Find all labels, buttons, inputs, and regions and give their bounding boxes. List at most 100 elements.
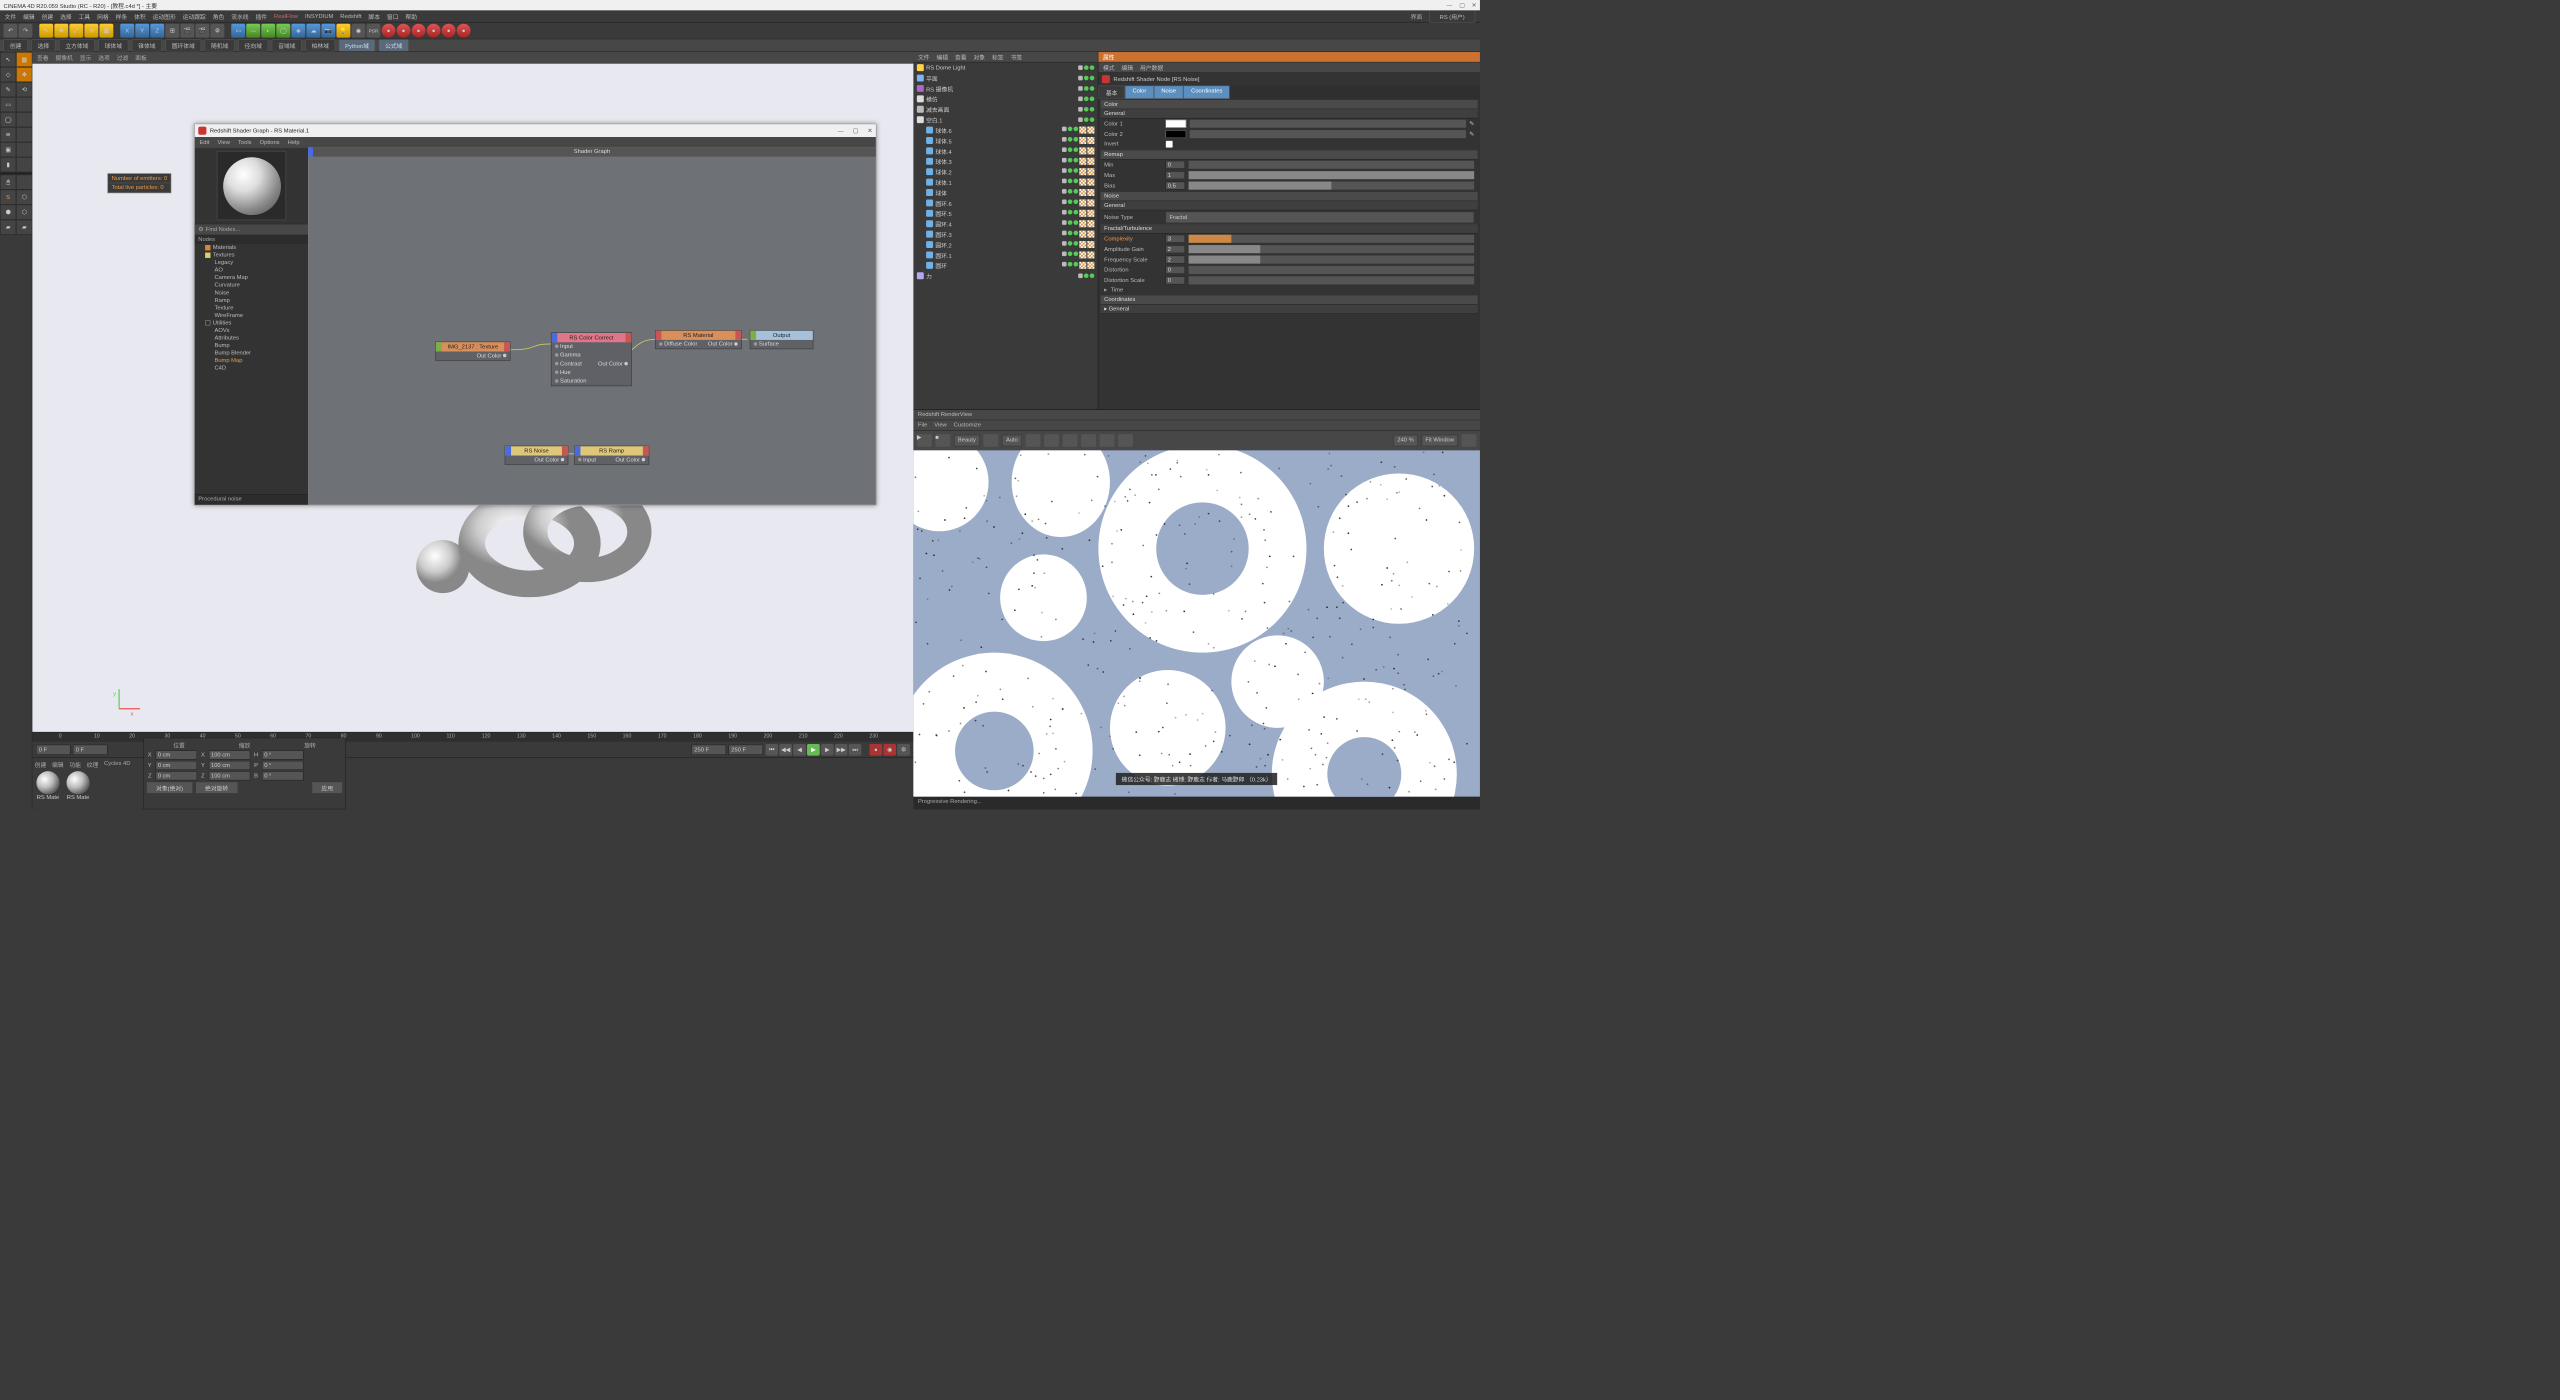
amp-gain[interactable] <box>1165 245 1185 253</box>
slider[interactable] <box>1190 130 1466 138</box>
menu-item[interactable]: 网格 <box>97 12 109 21</box>
distortion[interactable] <box>1165 266 1185 274</box>
object-row[interactable]: 空白.1 <box>913 114 1097 124</box>
om-menu-item[interactable]: 标签 <box>992 53 1004 62</box>
rv-stop-button[interactable]: ■ <box>935 434 950 447</box>
dist-scale[interactable] <box>1165 276 1185 284</box>
psr-button[interactable]: PSR <box>367 24 381 38</box>
tool-icon[interactable]: ▮ <box>0 157 16 172</box>
rv-aov-select[interactable]: Beauty <box>954 434 980 446</box>
palette-tab[interactable]: 圆环体域 <box>165 39 201 51</box>
slider[interactable] <box>1189 161 1475 169</box>
rv-fit[interactable]: Fit Window <box>1421 434 1458 446</box>
node-search[interactable]: Find Nodes... <box>206 226 240 232</box>
tool-icon[interactable]: ⬡ <box>16 205 32 220</box>
tool-button[interactable]: ✥ <box>54 24 68 38</box>
tool-icon[interactable]: ↖ <box>0 52 16 67</box>
attr-menu-item[interactable]: 编辑 <box>1122 63 1134 72</box>
menu-item[interactable]: 文件 <box>5 12 17 21</box>
object-row[interactable]: 球体.5 <box>913 135 1097 145</box>
menu-item[interactable]: 选择 <box>60 12 72 21</box>
palette-tab[interactable]: 径向域 <box>238 39 268 51</box>
minimize-icon[interactable]: — <box>1446 2 1452 8</box>
material-thumb[interactable]: RS Mate <box>35 771 62 800</box>
om-menu-item[interactable]: 书签 <box>1011 53 1023 62</box>
spline-button[interactable]: 〰 <box>246 24 260 38</box>
object-row[interactable]: 球体.3 <box>913 156 1097 166</box>
render-button[interactable]: 🎬 <box>195 24 209 38</box>
key-options-button[interactable]: ⚙ <box>897 744 910 756</box>
dlg-maximize-icon[interactable]: ▢ <box>853 127 858 133</box>
mat-tab[interactable]: 功能 <box>69 760 81 769</box>
size-x[interactable] <box>209 750 251 759</box>
tool-button[interactable]: ▦ <box>99 24 113 38</box>
attr-menu-item[interactable]: 模式 <box>1103 63 1115 72</box>
invert-checkbox[interactable] <box>1165 140 1173 148</box>
vp-menu-item[interactable]: 查看 <box>37 53 49 62</box>
slider[interactable] <box>1189 276 1475 284</box>
tree-item[interactable]: Curvature <box>195 282 308 290</box>
node-output[interactable]: Output Surface <box>750 330 814 349</box>
menu-item[interactable]: 工具 <box>79 12 91 21</box>
palette-tab[interactable]: Python域 <box>339 39 376 51</box>
menu-item[interactable]: 插件 <box>256 12 268 21</box>
om-menu-item[interactable]: 文件 <box>918 53 930 62</box>
render-output[interactable]: .torus:nth-child(3)::after{left:100px;to… <box>913 450 1480 797</box>
tool-icon[interactable] <box>16 97 32 112</box>
color1-swatch[interactable] <box>1165 120 1186 128</box>
tool-button[interactable]: ⤢ <box>69 24 83 38</box>
tree-item[interactable]: AO <box>195 267 308 275</box>
tree-item[interactable]: Bump Map <box>195 357 308 365</box>
rv-menu-item[interactable]: View <box>934 422 946 428</box>
environment-button[interactable]: ☁ <box>306 24 320 38</box>
tool-icon[interactable] <box>16 127 32 142</box>
object-row[interactable]: 球体.6 <box>913 125 1097 135</box>
palette-tab[interactable]: 锥体域 <box>132 39 162 51</box>
dlg-menu-item[interactable]: Tools <box>238 139 252 145</box>
rot-b[interactable] <box>262 771 304 780</box>
pos-y[interactable] <box>156 761 198 770</box>
rv-button[interactable] <box>1118 434 1133 447</box>
vp-menu-item[interactable]: 面板 <box>135 53 147 62</box>
record-button[interactable]: ● <box>442 24 456 38</box>
tool-button[interactable]: ↖ <box>39 24 53 38</box>
remap-max[interactable] <box>1165 171 1185 179</box>
tree-item[interactable]: Camera Map <box>195 274 308 282</box>
tool-icon[interactable] <box>16 175 32 190</box>
node-ramp[interactable]: RS Ramp InputOut Color <box>574 446 649 465</box>
remap-bias[interactable] <box>1165 182 1185 190</box>
palette-tab[interactable]: 柏林域 <box>305 39 335 51</box>
attr-tab[interactable]: 基本 <box>1098 86 1125 99</box>
next-frame-button[interactable]: ▶▶ <box>835 744 848 756</box>
om-menu-item[interactable]: 对象 <box>974 53 986 62</box>
axis-y-button[interactable]: Y <box>135 24 149 38</box>
om-menu-item[interactable]: 编辑 <box>937 53 949 62</box>
tool-icon[interactable]: ⟲ <box>16 82 32 97</box>
prev-button[interactable]: ◀ <box>793 744 806 756</box>
tree-item[interactable]: Texture <box>195 304 308 312</box>
object-row[interactable]: 力 <box>913 271 1097 281</box>
picker-icon[interactable]: ✎ <box>1469 121 1474 127</box>
tool-icon[interactable]: 🖱 <box>0 175 16 190</box>
record-key-button[interactable]: ● <box>869 744 882 756</box>
tree-item[interactable]: Ramp <box>195 297 308 305</box>
next-button[interactable]: ▶ <box>821 744 834 756</box>
palette-tab[interactable]: 公式域 <box>379 39 409 51</box>
object-row[interactable]: 圆环.5 <box>913 208 1097 218</box>
timeline-cur[interactable] <box>73 745 108 755</box>
complexity[interactable] <box>1165 235 1185 243</box>
picker-icon[interactable]: ✎ <box>1469 131 1474 137</box>
palette-tab[interactable]: 立方体域 <box>59 39 95 51</box>
axis-x-button[interactable]: X <box>120 24 134 38</box>
object-row[interactable]: 球体.1 <box>913 177 1097 187</box>
menu-item[interactable]: RealFlow <box>274 13 298 19</box>
tree-item[interactable]: Textures <box>195 251 308 259</box>
mat-tab[interactable]: 纹理 <box>87 760 99 769</box>
node-color-correct[interactable]: RS Color Correct Input Gamma ContrastOut… <box>551 332 632 386</box>
rv-mode-select[interactable]: Auto <box>1002 434 1022 446</box>
size-y[interactable] <box>209 761 251 770</box>
record-button[interactable]: ● <box>412 24 426 38</box>
menu-item[interactable]: 窗口 <box>387 12 399 21</box>
undo-button[interactable]: ↶ <box>3 24 17 38</box>
menu-item[interactable]: 角色 <box>213 12 225 21</box>
